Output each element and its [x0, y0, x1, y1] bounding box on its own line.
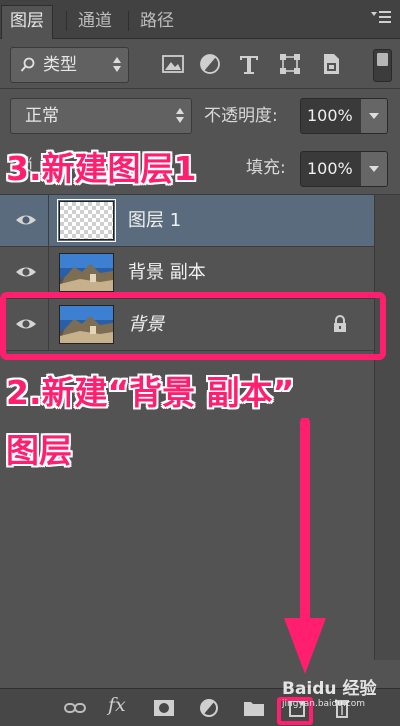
fill-label: 填充:: [246, 158, 286, 178]
watermark-url: jingyan.baidu.com: [282, 699, 366, 709]
shape-filter-icon[interactable]: [277, 50, 303, 78]
adjustment-filter-icon[interactable]: [197, 50, 223, 78]
type-filter-icon[interactable]: [236, 50, 262, 78]
tab-divider: [66, 11, 67, 31]
opacity-input[interactable]: 100%: [300, 98, 362, 134]
layer-row-layer1[interactable]: 图层 1: [0, 195, 374, 247]
tab-layers[interactable]: 图层: [1, 5, 53, 39]
layers-panel: 图层 通道 路径 类型 正常 不透明度: 100% 锁 填充: 100% 图层 …: [0, 0, 400, 726]
smart-object-filter-icon[interactable]: [318, 50, 344, 78]
updown-arrows-icon: [176, 108, 184, 123]
baidu-watermark: Baidu 经验 jingyan.baidu.com: [282, 674, 376, 709]
watermark-logo: Baidu 经验: [282, 679, 377, 699]
filter-toggle-knob: [377, 53, 388, 66]
fill-input[interactable]: 100%: [300, 151, 362, 187]
opacity-value: 100%: [307, 106, 353, 125]
opacity-dropdown-button[interactable]: [361, 98, 388, 134]
layer-name: 背景 副本: [128, 262, 206, 283]
fill-value: 100%: [307, 159, 353, 178]
eye-visibility-icon[interactable]: [15, 263, 37, 281]
link-layers-icon[interactable]: [63, 698, 87, 718]
updown-arrows-icon: [113, 57, 121, 72]
divider: [48, 247, 49, 298]
image-filter-icon[interactable]: [160, 50, 186, 78]
layer-thumbnail-photo: [59, 253, 114, 292]
tab-paths[interactable]: 路径: [132, 6, 182, 37]
fx-icon[interactable]: fx: [108, 694, 132, 716]
panel-tab-bar: 图层 通道 路径: [0, 0, 400, 39]
tab-channels[interactable]: 通道: [70, 6, 120, 37]
annotation-step3: 3.新建图层1: [6, 149, 197, 188]
annotation-highlight-background-layer: [0, 292, 386, 360]
filter-type-select[interactable]: 类型: [10, 47, 129, 83]
annotation-step2-line2: 图层: [6, 431, 72, 470]
search-icon: [20, 57, 35, 72]
layer-thumbnail: [57, 199, 116, 242]
blend-mode-select[interactable]: 正常: [10, 98, 192, 134]
divider: [0, 88, 400, 89]
layer-name: 图层 1: [128, 210, 182, 231]
blend-mode-label: 正常: [25, 106, 59, 126]
layers-scrollbar[interactable]: [374, 195, 400, 660]
filter-type-label: 类型: [43, 55, 77, 75]
add-mask-icon[interactable]: [152, 698, 176, 718]
annotation-arrow-icon: [284, 418, 326, 674]
annotation-step2-line1: 2.新建“背景 副本”: [6, 373, 295, 412]
eye-visibility-icon[interactable]: [15, 211, 37, 229]
adjustment-layer-icon[interactable]: [198, 698, 222, 718]
filter-toggle-switch[interactable]: [373, 49, 392, 82]
fill-dropdown-button[interactable]: [361, 151, 388, 187]
new-group-folder-icon[interactable]: [242, 698, 266, 718]
panel-menu-icon[interactable]: [370, 8, 392, 28]
opacity-label: 不透明度:: [204, 106, 278, 126]
divider: [48, 195, 49, 246]
tab-divider: [128, 11, 129, 31]
